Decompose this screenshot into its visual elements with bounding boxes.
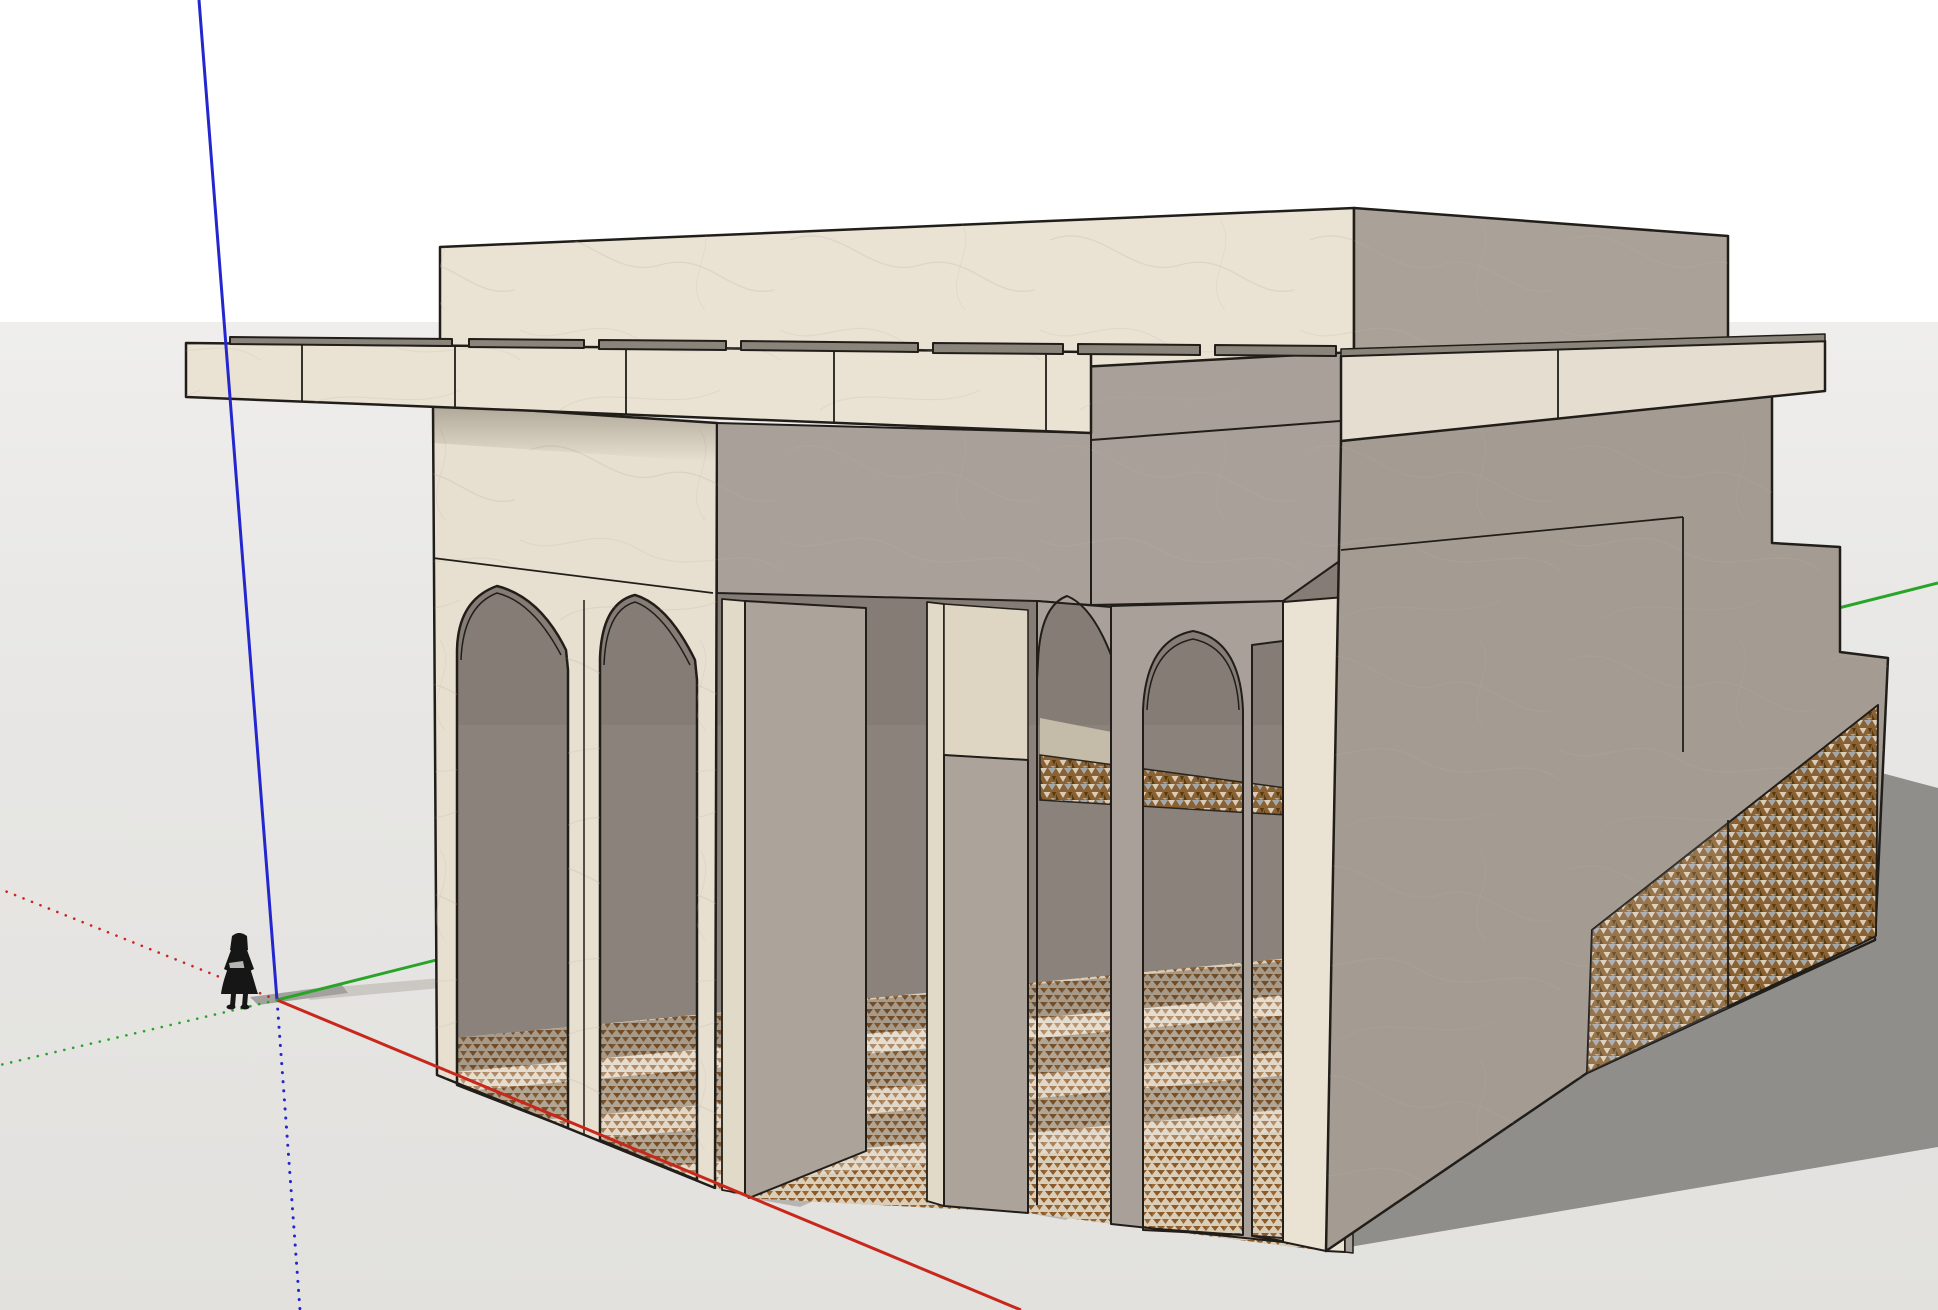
- pier-left-lit-face[interactable]: [927, 602, 944, 1206]
- pier-front-upper-lit[interactable]: [944, 604, 1028, 760]
- pier-front-face[interactable]: [745, 601, 866, 1198]
- modeling-viewport[interactable]: [0, 0, 1938, 1310]
- pier-front-face[interactable]: [944, 755, 1028, 1213]
- figure-foot: [241, 1005, 250, 1010]
- figure-hair: [230, 933, 248, 950]
- figure-foot: [227, 1005, 236, 1010]
- pier-left-lit-face[interactable]: [722, 599, 745, 1194]
